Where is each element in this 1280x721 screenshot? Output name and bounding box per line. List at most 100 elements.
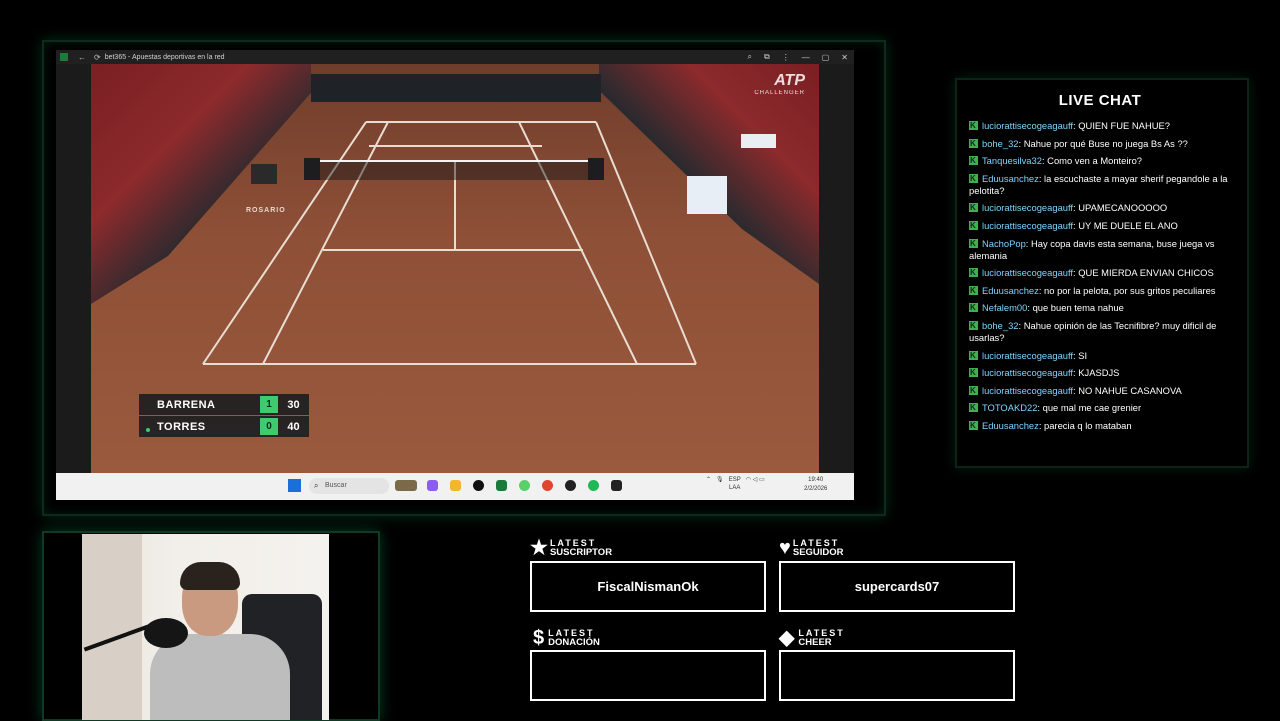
- player-name: TORRES: [139, 421, 260, 433]
- taskbar-search[interactable]: ⌕ Buscar: [309, 478, 389, 494]
- kick-badge-icon: [969, 238, 978, 250]
- kick-badge-icon: [969, 320, 978, 332]
- chat-message-list: luciorattisecogeagauff: QUIEN FUE NAHUE?…: [969, 120, 1237, 438]
- browser-titlebar: ← ⟳ bet365 - Apuestas deportivas en la r…: [56, 50, 854, 64]
- kick-badge-icon: [969, 285, 978, 297]
- player-points: 30: [287, 398, 300, 411]
- chat-title: LIVE CHAT: [1058, 92, 1142, 109]
- chat-message-text: SI: [1078, 349, 1088, 361]
- chat-username[interactable]: TOTOAKD22: [982, 402, 1037, 413]
- dollar-icon: $: [533, 627, 545, 649]
- widgets-app-icon[interactable]: [395, 480, 417, 491]
- widget-label-line2: CHEER: [798, 637, 832, 648]
- chat-message: luciorattisecogeagauff: QUE MIERDA ENVIA…: [969, 267, 1237, 279]
- wifi-icon[interactable]: ◠: [746, 477, 751, 483]
- back-arrow-icon[interactable]: ←: [78, 53, 86, 62]
- kick-badge-icon: [969, 202, 978, 214]
- system-tray[interactable]: ⌃ 🎙 ESP LAA ◠ ◁ ▭: [706, 476, 765, 492]
- chat-username[interactable]: bohe_32: [982, 138, 1019, 149]
- chat-message-text: no por la pelota, por sus gritos peculia…: [1044, 284, 1216, 296]
- volume-icon[interactable]: ◁: [753, 477, 758, 483]
- player-name: BARRENA: [157, 398, 216, 411]
- maximize-button[interactable]: ▢: [822, 53, 830, 62]
- chrome-app-icon[interactable]: [542, 480, 553, 491]
- minimize-button[interactable]: —: [802, 53, 810, 62]
- taskbar-clock[interactable]: 19:40 2/2/2026: [804, 476, 827, 494]
- atp-logo: ATP: [774, 72, 805, 89]
- latest-cheer-label: ◆ LATEST CHEER: [779, 628, 845, 648]
- windows-taskbar: ⌕ Buscar ⌃ 🎙 ESP LAA ◠ ◁ ▭ 19:40 2/2/202…: [56, 473, 854, 500]
- star-icon: ★: [530, 537, 548, 559]
- chat-message: bohe_32: Nahue por qué Buse no juega Bs …: [969, 138, 1237, 150]
- obs-app-icon[interactable]: [565, 480, 576, 491]
- diamond-icon: ◆: [779, 627, 795, 649]
- chat-username[interactable]: luciorattisecogeagauff: [982, 367, 1073, 378]
- scoreboard-row-player-1: BARRENA 1 30: [139, 394, 309, 415]
- reload-icon[interactable]: ⟳: [94, 53, 101, 62]
- kick-badge-icon: [969, 420, 978, 432]
- chat-message-text: NO NAHUE CASANOVA: [1078, 384, 1182, 396]
- chat-username[interactable]: Eduusanchez: [982, 420, 1039, 431]
- window-controls: ⌕ ⧉ ⋮ — ▢ ✕: [748, 50, 848, 64]
- scoreboard: BARRENA 1 30 TORRES 0 40: [139, 394, 309, 438]
- chat-message-text: Nahue por qué Buse no juega Bs As ??: [1023, 137, 1188, 149]
- battery-icon[interactable]: ▭: [759, 477, 765, 483]
- live-stream-video[interactable]: ATP CHALLENGER ROSARIO BARRENA 1 30 TORR…: [91, 64, 819, 474]
- chat-message: luciorattisecogeagauff: SI: [969, 350, 1237, 362]
- tiktok-app-icon[interactable]: [473, 480, 484, 491]
- chat-message-text: QUE MIERDA ENVIAN CHICOS: [1078, 267, 1214, 279]
- latest-donation-box: [530, 650, 766, 701]
- chat-username[interactable]: Eduusanchez: [982, 173, 1039, 184]
- chat-message: Eduusanchez: no por la pelota, por sus g…: [969, 285, 1237, 297]
- chat-username[interactable]: luciorattisecogeagauff: [982, 350, 1073, 361]
- chat-username[interactable]: luciorattisecogeagauff: [982, 202, 1073, 213]
- widget-label-line2: SEGUIDOR: [792, 547, 844, 558]
- chat-username[interactable]: bohe_32: [982, 320, 1019, 331]
- search-icon[interactable]: ⌕: [748, 52, 752, 62]
- bet365-app-icon[interactable]: [496, 480, 507, 491]
- search-icon: ⌕: [314, 481, 319, 490]
- scoreboard-row-player-2: TORRES 0 40: [139, 416, 309, 437]
- microphone-icon[interactable]: 🎙: [716, 477, 724, 483]
- latest-donation-label: $ LATEST DONACIÓN: [533, 628, 600, 648]
- site-favicon-icon: [60, 53, 68, 61]
- chat-username[interactable]: luciorattisecogeagauff: [982, 220, 1073, 231]
- player-points: 40: [287, 420, 300, 433]
- background-door: [82, 534, 142, 720]
- widget-label-line2: DONACIÓN: [548, 637, 600, 648]
- chat-username[interactable]: Eduusanchez: [982, 285, 1039, 296]
- latest-follower-value: supercards07: [854, 579, 940, 594]
- chat-message-text: QUIEN FUE NAHUE?: [1078, 120, 1170, 131]
- serve-indicator-icon: [146, 427, 150, 432]
- tray-chevron-icon[interactable]: ⌃: [706, 477, 711, 483]
- chat-username[interactable]: Tanquesilva32: [982, 155, 1042, 166]
- chat-message: Eduusanchez: parecia q lo mataban: [969, 420, 1237, 432]
- chat-username[interactable]: NachoPop: [982, 238, 1026, 249]
- latest-cheer-box: [779, 650, 1015, 701]
- chat-username[interactable]: luciorattisecogeagauff: [982, 385, 1073, 396]
- kick-badge-icon: [969, 350, 978, 362]
- latest-subscriber-value: FiscalNismanOk: [597, 579, 699, 594]
- webcam-feed: [82, 534, 329, 720]
- chat-message-text: Como ven a Monteiro?: [1047, 155, 1143, 167]
- chat-message: TOTOAKD22: que mal me cae grenier: [969, 402, 1237, 414]
- widget-label-line2: SUSCRIPTOR: [549, 547, 613, 558]
- venue-signage: ROSARIO: [246, 207, 286, 214]
- spotify-app-icon[interactable]: [588, 480, 599, 491]
- latest-follower-box: supercards07: [779, 561, 1015, 612]
- streamer-hair: [180, 562, 240, 590]
- chat-username[interactable]: luciorattisecogeagauff: [982, 267, 1073, 278]
- menu-icon[interactable]: ⋮: [782, 53, 790, 62]
- file-explorer-app-icon[interactable]: [450, 480, 461, 491]
- start-button[interactable]: [288, 479, 301, 492]
- close-button[interactable]: ✕: [841, 53, 848, 62]
- chat-username[interactable]: luciorattisecogeagauff: [982, 120, 1073, 131]
- app-icon[interactable]: [611, 480, 622, 491]
- copilot-app-icon[interactable]: [427, 480, 438, 491]
- whatsapp-app-icon[interactable]: [519, 480, 530, 491]
- chat-username[interactable]: Nefalem00: [982, 302, 1027, 313]
- browser-window: ← ⟳ bet365 - Apuestas deportivas en la r…: [56, 50, 854, 500]
- clock-date: 2/2/2026: [804, 486, 828, 492]
- chat-message: luciorattisecogeagauff: UY ME DUELE EL A…: [969, 220, 1237, 232]
- extension-icon[interactable]: ⧉: [764, 52, 770, 62]
